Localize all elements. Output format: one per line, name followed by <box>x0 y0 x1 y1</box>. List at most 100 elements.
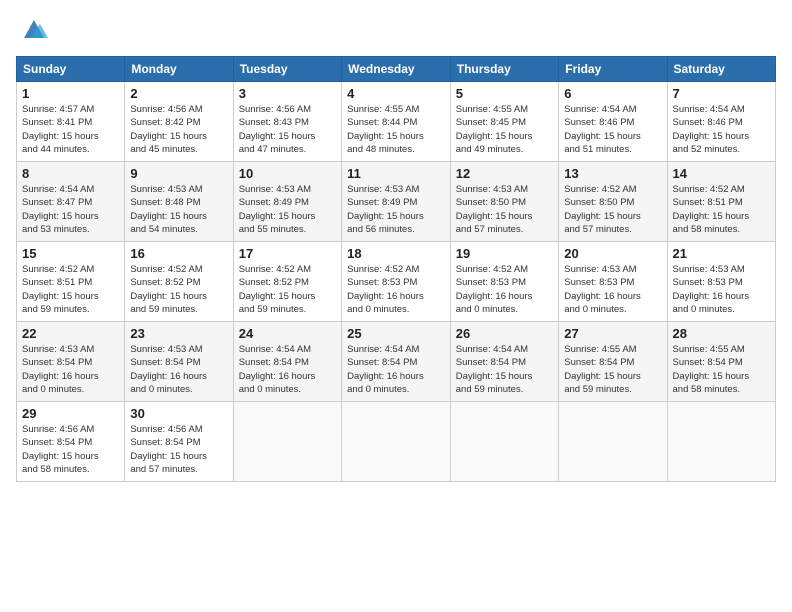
calendar-cell: 20 Sunrise: 4:53 AM Sunset: 8:53 PM Dayli… <box>559 242 667 322</box>
calendar-cell: 3 Sunrise: 4:56 AM Sunset: 8:43 PM Daylig… <box>233 82 341 162</box>
col-header-friday: Friday <box>559 57 667 82</box>
day-info: Sunrise: 4:53 AM Sunset: 8:50 PM Dayligh… <box>456 183 553 236</box>
logo <box>16 16 48 44</box>
day-number: 12 <box>456 166 553 181</box>
logo-icon <box>20 16 48 44</box>
day-info: Sunrise: 4:52 AM Sunset: 8:53 PM Dayligh… <box>347 263 445 316</box>
day-info: Sunrise: 4:52 AM Sunset: 8:50 PM Dayligh… <box>564 183 661 236</box>
calendar-cell: 11 Sunrise: 4:53 AM Sunset: 8:49 PM Dayli… <box>342 162 451 242</box>
day-info: Sunrise: 4:56 AM Sunset: 8:54 PM Dayligh… <box>22 423 119 476</box>
calendar-cell <box>559 402 667 482</box>
day-info: Sunrise: 4:53 AM Sunset: 8:54 PM Dayligh… <box>130 343 227 396</box>
col-header-tuesday: Tuesday <box>233 57 341 82</box>
day-info: Sunrise: 4:53 AM Sunset: 8:53 PM Dayligh… <box>564 263 661 316</box>
calendar-cell: 18Sunrise: 4:52 AM Sunset: 8:53 PM Dayli… <box>342 242 451 322</box>
calendar-cell <box>667 402 776 482</box>
week-row: 15 Sunrise: 4:52 AM Sunset: 8:51 PM Dayli… <box>17 242 776 322</box>
day-number: 9 <box>130 166 227 181</box>
calendar-cell: 4 Sunrise: 4:55 AM Sunset: 8:44 PM Daylig… <box>342 82 451 162</box>
calendar-cell: 24 Sunrise: 4:54 AM Sunset: 8:54 PM Dayli… <box>233 322 341 402</box>
day-number: 4 <box>347 86 445 101</box>
day-info: Sunrise: 4:56 AM Sunset: 8:43 PM Dayligh… <box>239 103 336 156</box>
day-info: Sunrise: 4:52 AM Sunset: 8:53 PM Dayligh… <box>456 263 553 316</box>
day-number: 8 <box>22 166 119 181</box>
header-row: SundayMondayTuesdayWednesdayThursdayFrid… <box>17 57 776 82</box>
page: SundayMondayTuesdayWednesdayThursdayFrid… <box>0 0 792 612</box>
day-number: 27 <box>564 326 661 341</box>
calendar-cell: 25 Sunrise: 4:54 AM Sunset: 8:54 PM Dayli… <box>342 322 451 402</box>
day-info: Sunrise: 4:55 AM Sunset: 8:54 PM Dayligh… <box>564 343 661 396</box>
calendar-cell: 19 Sunrise: 4:52 AM Sunset: 8:53 PM Dayli… <box>450 242 558 322</box>
day-info: Sunrise: 4:55 AM Sunset: 8:44 PM Dayligh… <box>347 103 445 156</box>
day-info: Sunrise: 4:53 AM Sunset: 8:54 PM Dayligh… <box>22 343 119 396</box>
calendar-cell: 28 Sunrise: 4:55 AM Sunset: 8:54 PM Dayli… <box>667 322 776 402</box>
day-number: 22 <box>22 326 119 341</box>
calendar-cell: 10 Sunrise: 4:53 AM Sunset: 8:49 PM Dayli… <box>233 162 341 242</box>
calendar-cell: 14 Sunrise: 4:52 AM Sunset: 8:51 PM Dayli… <box>667 162 776 242</box>
day-number: 17 <box>239 246 336 261</box>
day-info: Sunrise: 4:55 AM Sunset: 8:45 PM Dayligh… <box>456 103 553 156</box>
col-header-saturday: Saturday <box>667 57 776 82</box>
calendar-cell: 17 Sunrise: 4:52 AM Sunset: 8:52 PM Dayli… <box>233 242 341 322</box>
calendar-cell: 21Sunrise: 4:53 AM Sunset: 8:53 PM Dayli… <box>667 242 776 322</box>
day-info: Sunrise: 4:52 AM Sunset: 8:52 PM Dayligh… <box>130 263 227 316</box>
day-number: 1 <box>22 86 119 101</box>
day-number: 14 <box>673 166 771 181</box>
day-info: Sunrise: 4:52 AM Sunset: 8:52 PM Dayligh… <box>239 263 336 316</box>
calendar-cell: 26Sunrise: 4:54 AM Sunset: 8:54 PM Dayli… <box>450 322 558 402</box>
day-info: Sunrise: 4:52 AM Sunset: 8:51 PM Dayligh… <box>673 183 771 236</box>
day-number: 20 <box>564 246 661 261</box>
col-header-monday: Monday <box>125 57 233 82</box>
day-number: 11 <box>347 166 445 181</box>
week-row: 22 Sunrise: 4:53 AM Sunset: 8:54 PM Dayli… <box>17 322 776 402</box>
calendar-cell: 13 Sunrise: 4:52 AM Sunset: 8:50 PM Dayli… <box>559 162 667 242</box>
calendar-cell: 15 Sunrise: 4:52 AM Sunset: 8:51 PM Dayli… <box>17 242 125 322</box>
day-number: 25 <box>347 326 445 341</box>
calendar-cell: 7Sunrise: 4:54 AM Sunset: 8:46 PM Daylig… <box>667 82 776 162</box>
day-number: 26 <box>456 326 553 341</box>
calendar-cell <box>450 402 558 482</box>
calendar-cell: 6 Sunrise: 4:54 AM Sunset: 8:46 PM Daylig… <box>559 82 667 162</box>
week-row: 29 Sunrise: 4:56 AM Sunset: 8:54 PM Dayli… <box>17 402 776 482</box>
calendar-cell: 27 Sunrise: 4:55 AM Sunset: 8:54 PM Dayli… <box>559 322 667 402</box>
calendar-cell: 8 Sunrise: 4:54 AM Sunset: 8:47 PM Daylig… <box>17 162 125 242</box>
calendar-cell: 9 Sunrise: 4:53 AM Sunset: 8:48 PM Daylig… <box>125 162 233 242</box>
day-number: 6 <box>564 86 661 101</box>
day-number: 23 <box>130 326 227 341</box>
day-number: 13 <box>564 166 661 181</box>
calendar-cell: 29 Sunrise: 4:56 AM Sunset: 8:54 PM Dayli… <box>17 402 125 482</box>
day-number: 15 <box>22 246 119 261</box>
calendar-cell: 16 Sunrise: 4:52 AM Sunset: 8:52 PM Dayli… <box>125 242 233 322</box>
day-number: 10 <box>239 166 336 181</box>
day-number: 3 <box>239 86 336 101</box>
calendar-cell <box>233 402 341 482</box>
day-number: 29 <box>22 406 119 421</box>
day-number: 19 <box>456 246 553 261</box>
calendar-cell: 1Sunrise: 4:57 AM Sunset: 8:41 PM Daylig… <box>17 82 125 162</box>
day-info: Sunrise: 4:54 AM Sunset: 8:54 PM Dayligh… <box>347 343 445 396</box>
day-info: Sunrise: 4:53 AM Sunset: 8:49 PM Dayligh… <box>239 183 336 236</box>
week-row: 8 Sunrise: 4:54 AM Sunset: 8:47 PM Daylig… <box>17 162 776 242</box>
calendar-cell: 5Sunrise: 4:55 AM Sunset: 8:45 PM Daylig… <box>450 82 558 162</box>
day-number: 28 <box>673 326 771 341</box>
day-info: Sunrise: 4:54 AM Sunset: 8:47 PM Dayligh… <box>22 183 119 236</box>
day-number: 24 <box>239 326 336 341</box>
calendar-cell: 12 Sunrise: 4:53 AM Sunset: 8:50 PM Dayli… <box>450 162 558 242</box>
calendar: SundayMondayTuesdayWednesdayThursdayFrid… <box>16 56 776 482</box>
day-info: Sunrise: 4:56 AM Sunset: 8:54 PM Dayligh… <box>130 423 227 476</box>
day-info: Sunrise: 4:54 AM Sunset: 8:46 PM Dayligh… <box>564 103 661 156</box>
day-info: Sunrise: 4:54 AM Sunset: 8:54 PM Dayligh… <box>239 343 336 396</box>
calendar-cell: 22 Sunrise: 4:53 AM Sunset: 8:54 PM Dayli… <box>17 322 125 402</box>
calendar-cell: 2Sunrise: 4:56 AM Sunset: 8:42 PM Daylig… <box>125 82 233 162</box>
col-header-sunday: Sunday <box>17 57 125 82</box>
day-number: 21 <box>673 246 771 261</box>
col-header-wednesday: Wednesday <box>342 57 451 82</box>
day-info: Sunrise: 4:52 AM Sunset: 8:51 PM Dayligh… <box>22 263 119 316</box>
day-number: 2 <box>130 86 227 101</box>
day-info: Sunrise: 4:53 AM Sunset: 8:48 PM Dayligh… <box>130 183 227 236</box>
day-info: Sunrise: 4:53 AM Sunset: 8:49 PM Dayligh… <box>347 183 445 236</box>
day-info: Sunrise: 4:55 AM Sunset: 8:54 PM Dayligh… <box>673 343 771 396</box>
day-number: 16 <box>130 246 227 261</box>
calendar-cell <box>342 402 451 482</box>
day-number: 30 <box>130 406 227 421</box>
